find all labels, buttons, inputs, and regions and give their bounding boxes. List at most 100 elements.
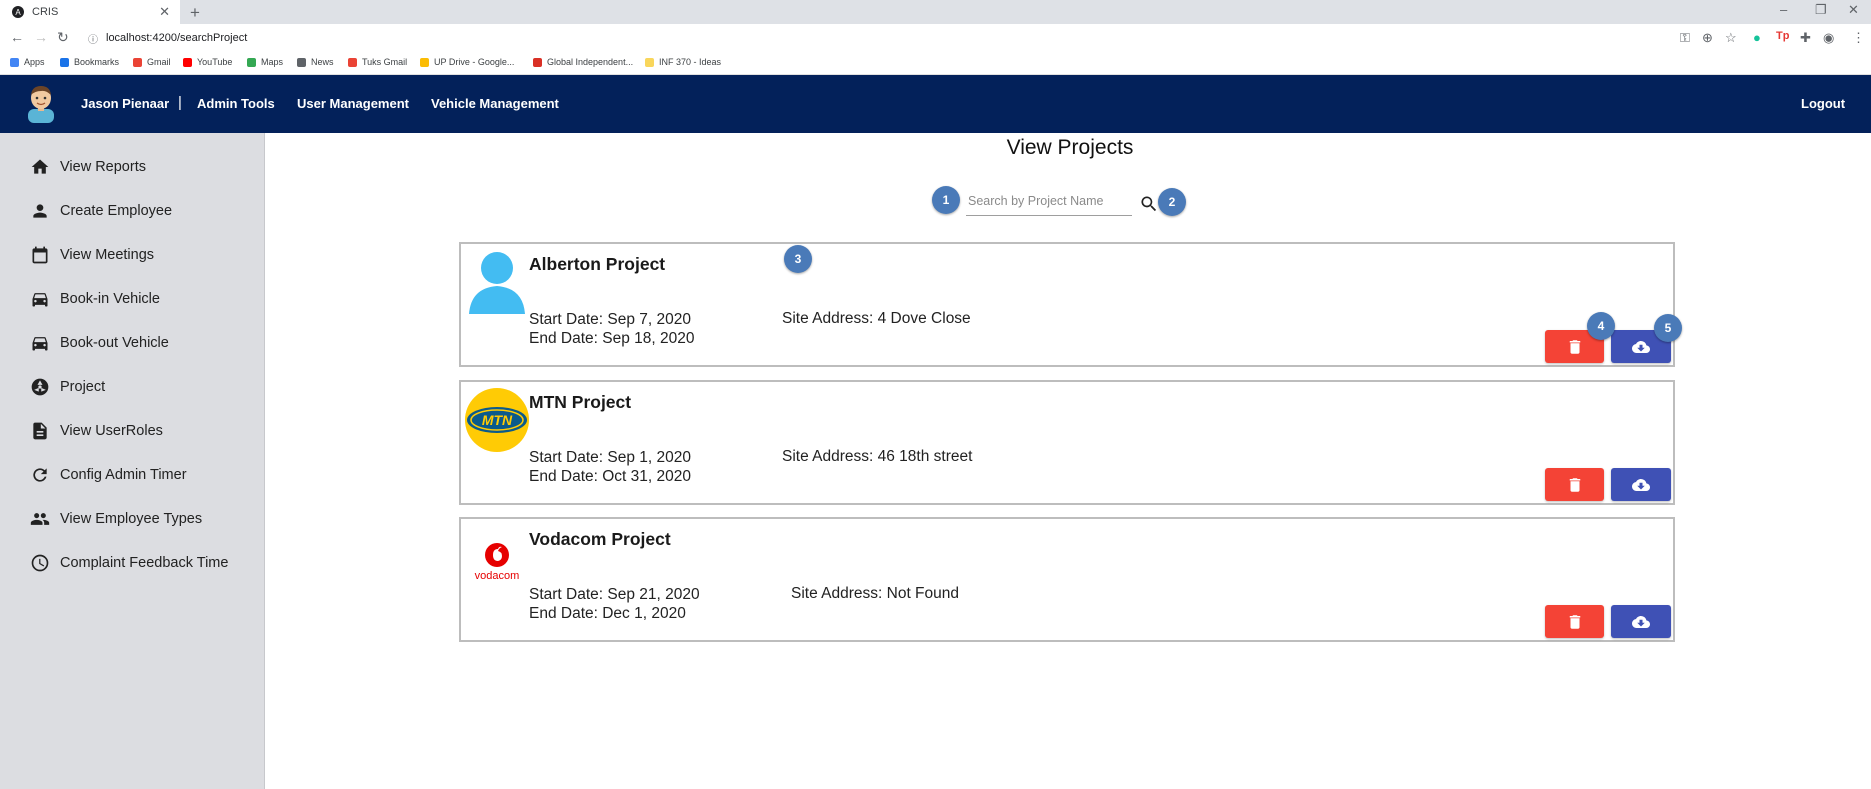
header-separator: | — [178, 94, 182, 111]
minimize-icon[interactable]: – — [1780, 2, 1787, 17]
bookmark-icon — [133, 57, 142, 67]
cloud-download-icon — [1632, 478, 1650, 491]
tab-title: CRIS — [32, 6, 59, 18]
bookmark-label: YouTube — [197, 57, 233, 67]
delete-button[interactable] — [1545, 468, 1604, 501]
download-button[interactable] — [1611, 605, 1671, 638]
new-tab-icon[interactable]: + — [190, 3, 200, 23]
bookmark-label: UP Drive - Google... — [434, 57, 515, 67]
nav-vehicle-management[interactable]: Vehicle Management — [431, 96, 559, 111]
search-input[interactable] — [966, 189, 1130, 213]
start-date: Start Date: Sep 7, 2020 — [529, 311, 691, 328]
clock-icon — [31, 554, 49, 572]
trash-icon — [1569, 477, 1580, 492]
bookmark-label: INF 370 - Ideas — [659, 57, 722, 67]
project-name: Vodacom Project — [529, 529, 671, 549]
bookmark-item[interactable]: Gmail — [133, 57, 171, 67]
sidebar-item-label: Book-out Vehicle — [60, 335, 169, 351]
bookmark-icon — [183, 57, 192, 67]
angular-icon: A — [12, 6, 24, 18]
bookmark-item[interactable]: Apps — [10, 57, 45, 67]
trash-icon — [1569, 339, 1580, 354]
logout-link[interactable]: Logout — [1801, 96, 1845, 111]
key-icon[interactable]: ⚿ — [1680, 30, 1690, 46]
site-address: Site Address: 4 Dove Close — [782, 310, 971, 327]
forward-icon[interactable]: → — [34, 29, 48, 45]
bookmark-icon — [533, 57, 542, 67]
mtn-logo-icon: MTN — [465, 388, 529, 452]
sidebar-item-project[interactable]: Project — [30, 374, 105, 400]
sidebar-item-book-out-vehicle[interactable]: Book-out Vehicle — [30, 330, 169, 356]
sidebar-item-label: Project — [60, 379, 106, 395]
bookmark-label: Maps — [261, 57, 284, 67]
bookmark-item[interactable]: News — [297, 57, 334, 67]
bookmark-item[interactable]: YouTube — [183, 57, 232, 67]
sidebar-item-label: Book-in Vehicle — [60, 291, 160, 307]
download-button[interactable] — [1611, 468, 1671, 501]
site-address: Site Address: 46 18th street — [782, 448, 973, 465]
cloud-download-icon — [1632, 615, 1650, 628]
url-text: localhost:4200/searchProject — [106, 32, 248, 44]
browser-tab-bar: A CRIS ✕ + – ❐ ✕ — [0, 0, 1871, 24]
bookmark-icon — [60, 57, 69, 67]
radioactive-icon — [31, 378, 49, 396]
close-icon[interactable]: ✕ — [159, 4, 170, 20]
step-badge-5: 5 — [1654, 314, 1682, 342]
step-badge-3: 3 — [784, 245, 812, 273]
bookmark-item[interactable]: Maps — [247, 57, 283, 67]
project-card: vodacom Vodacom Project Start Date: Sep … — [459, 517, 1675, 642]
site-address: Site Address: Not Found — [791, 585, 960, 602]
sidebar-item-book-in-vehicle[interactable]: Book-in Vehicle — [30, 286, 160, 312]
tp-extension-icon[interactable]: Tp — [1776, 30, 1789, 42]
bookmark-item[interactable]: UP Drive - Google... — [420, 57, 514, 67]
bookmark-item[interactable]: Tuks Gmail — [348, 57, 407, 67]
search-icon[interactable] — [1139, 194, 1159, 214]
window-close-icon[interactable]: ✕ — [1848, 2, 1859, 18]
sidebar-item-view-employee-types[interactable]: View Employee Types — [30, 506, 202, 532]
project-card: MTN MTN Project Start Date: Sep 1, 2020 … — [459, 380, 1675, 505]
sidebar-item-view-reports[interactable]: View Reports — [30, 154, 146, 180]
menu-dots-icon[interactable]: ⋮ — [1852, 30, 1865, 46]
user-avatar-icon — [28, 86, 54, 123]
sidebar-item-label: View Meetings — [60, 247, 155, 263]
zoom-icon[interactable]: ⊕ — [1702, 30, 1713, 46]
url-field[interactable]: ⓘ localhost:4200/searchProject — [88, 29, 247, 47]
sidebar-item-complaint-feedback-time[interactable]: Complaint Feedback Time — [30, 550, 228, 576]
page-title: View Projects — [1006, 136, 1134, 159]
puzzle-icon[interactable]: ✚ — [1800, 30, 1811, 46]
browser-tab[interactable]: A CRIS ✕ — [0, 0, 180, 24]
sidebar-item-label: Complaint Feedback Time — [60, 555, 229, 571]
bookmark-item[interactable]: INF 370 - Ideas — [645, 57, 721, 67]
person-silhouette-icon — [469, 252, 525, 314]
sidebar-item-view-meetings[interactable]: View Meetings — [30, 242, 154, 268]
star-icon[interactable]: ☆ — [1725, 30, 1737, 46]
restore-icon[interactable]: ❐ — [1815, 2, 1827, 18]
nav-user-management[interactable]: User Management — [297, 96, 409, 111]
vodacom-logo-icon: vodacom — [475, 543, 520, 582]
bookmark-item[interactable]: Global Independent... — [533, 57, 633, 67]
bookmark-icon — [420, 57, 429, 67]
back-icon[interactable]: ← — [10, 29, 24, 45]
info-icon[interactable]: ⓘ — [88, 31, 98, 46]
bookmarks-bar: Apps Bookmarks Gmail YouTube Maps News Tuks Gm… — [0, 52, 1871, 75]
bookmark-label: Apps — [24, 57, 45, 67]
sidebar-item-config-admin-timer[interactable]: Config Admin Timer — [30, 462, 187, 488]
bookmark-label: Global Independent... — [547, 57, 634, 67]
profile-icon[interactable]: ◉ — [1823, 30, 1834, 46]
trash-icon — [1569, 614, 1580, 629]
bookmark-item[interactable]: Bookmarks — [60, 57, 119, 67]
sidebar-item-view-userroles[interactable]: View UserRoles — [30, 418, 163, 444]
end-date: End Date: Oct 31, 2020 — [529, 468, 691, 485]
sidebar-item-create-employee[interactable]: Create Employee — [30, 198, 172, 224]
nav-admin-tools[interactable]: Admin Tools — [197, 96, 275, 111]
reload-icon[interactable]: ↻ — [57, 29, 69, 46]
step-badge-4: 4 — [1587, 312, 1615, 340]
project-dates: Start Date: Sep 7, 2020 End Date: Sep 18… — [529, 310, 694, 348]
start-date: Start Date: Sep 1, 2020 — [529, 449, 691, 466]
delete-button[interactable] — [1545, 605, 1604, 638]
bookmark-label: Bookmarks — [74, 57, 120, 67]
vodacom-logo-text: vodacom — [475, 570, 520, 582]
grammarly-icon[interactable]: ● — [1753, 30, 1761, 45]
cloud-download-icon — [1632, 340, 1650, 353]
sidebar-item-label: Create Employee — [60, 203, 173, 219]
